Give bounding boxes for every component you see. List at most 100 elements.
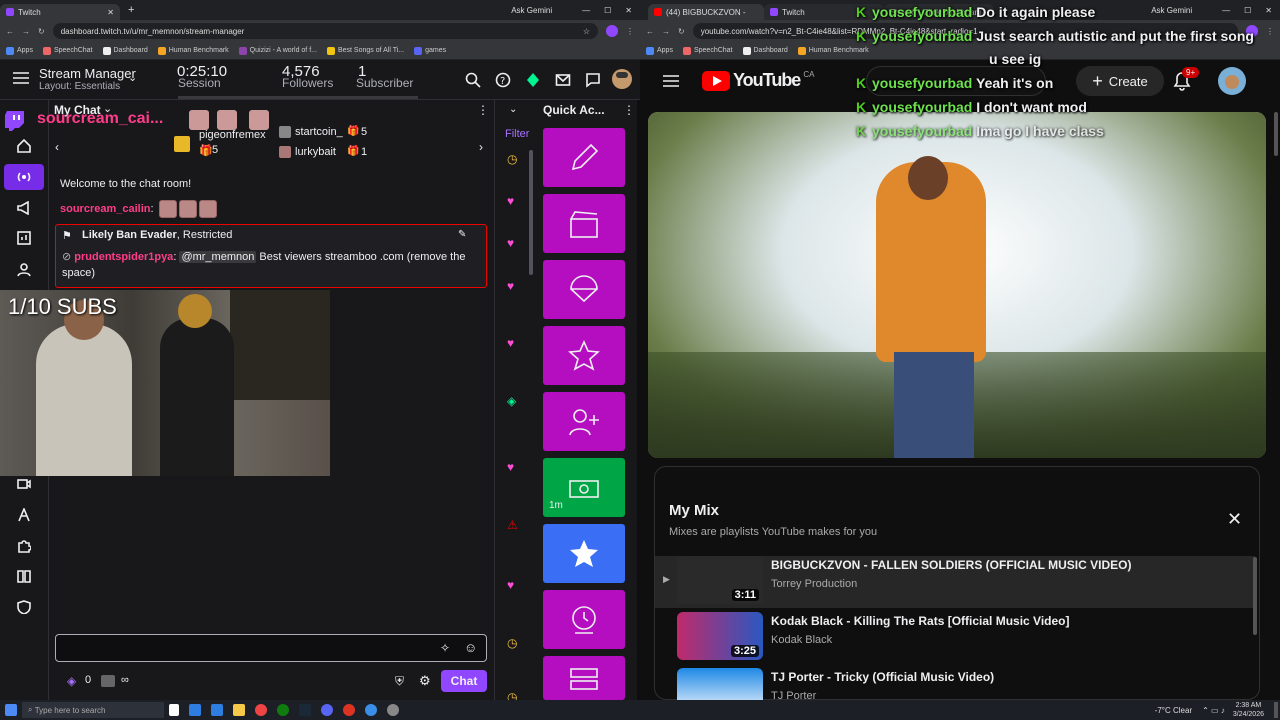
weather[interactable]: -7°C Clear — [1155, 706, 1192, 715]
help-icon[interactable]: ? — [495, 72, 511, 88]
video-player[interactable] — [648, 112, 1266, 458]
windows-start-icon[interactable] — [5, 704, 17, 716]
avatar[interactable] — [1218, 67, 1246, 95]
task-view-icon[interactable] — [169, 704, 179, 716]
community-icon[interactable] — [14, 260, 34, 280]
close-icon[interactable]: ✕ — [1227, 509, 1242, 530]
chat-username[interactable]: prudentspider1pya — [74, 251, 173, 263]
emote-picker-icon[interactable]: ☺ — [464, 640, 477, 655]
steam-icon[interactable] — [299, 704, 311, 716]
page-scrollbar[interactable] — [1274, 112, 1278, 156]
maximize-icon[interactable]: ☐ — [1244, 6, 1251, 15]
new-tab-icon[interactable]: + — [128, 4, 134, 16]
bookmark-item[interactable]: Apps — [646, 46, 673, 55]
search-icon[interactable] — [465, 72, 481, 88]
close-tab-icon[interactable]: ✕ — [107, 8, 114, 17]
gear-icon[interactable]: ⚙ — [419, 673, 431, 689]
megaphone-icon[interactable] — [14, 198, 34, 218]
taskbar-search[interactable]: ⌕ Type here to search — [22, 702, 164, 718]
highlight-button[interactable] — [543, 326, 625, 385]
youtube-logo[interactable]: YouTube CA — [702, 70, 814, 91]
chat-input[interactable]: ✧ ☺ — [55, 634, 487, 662]
more-options-icon[interactable]: ⋮ — [623, 103, 635, 117]
bookmark-item[interactable]: Quizizi - A world of f... — [238, 46, 317, 55]
close-window-icon[interactable]: ✕ — [625, 6, 632, 15]
safety-icon[interactable] — [14, 597, 34, 617]
layout-button[interactable] — [543, 656, 625, 700]
clip-button[interactable] — [543, 194, 625, 253]
discord-icon[interactable] — [321, 704, 333, 716]
bookmark-item[interactable]: Dashboard — [102, 46, 148, 55]
obs-icon[interactable] — [343, 704, 355, 716]
reload-icon[interactable]: ↻ — [38, 27, 45, 36]
tray-icons[interactable]: ⌃ ▭ ♪ — [1202, 706, 1225, 715]
library-icon[interactable] — [14, 566, 34, 586]
ask-gemini-button[interactable]: Ask Gemini — [1151, 6, 1192, 15]
minimize-icon[interactable]: — — [582, 6, 590, 15]
filter-button[interactable]: Filter — [505, 128, 529, 140]
bookmark-item[interactable]: SpeechChat — [682, 46, 733, 55]
extensions-icon[interactable] — [14, 536, 34, 556]
chrome-icon[interactable] — [255, 704, 267, 716]
tab-twitch[interactable]: Twitch ✕ — [0, 4, 120, 20]
url-field[interactable]: dashboard.twitch.tv/u/mr_memnon/stream-m… — [52, 23, 598, 39]
twitch-logo-icon[interactable] — [4, 110, 26, 132]
store-icon[interactable] — [211, 704, 223, 716]
bookmark-item[interactable]: Apps — [6, 46, 33, 55]
hamburger-icon[interactable] — [12, 70, 30, 86]
chrome-profile-icon[interactable] — [365, 704, 377, 716]
inbox-icon[interactable] — [555, 72, 571, 88]
reload-icon[interactable]: ↻ — [678, 27, 685, 36]
shield-icon[interactable]: ⛨ — [395, 674, 404, 689]
create-button[interactable]: + Create — [1076, 66, 1164, 96]
bookmark-item[interactable]: games — [414, 46, 446, 55]
xbox-icon[interactable] — [277, 704, 289, 716]
ad-break-button[interactable]: 1m — [543, 458, 625, 517]
star-icon[interactable]: ☆ — [583, 27, 590, 36]
menu-dots-icon[interactable]: ⋮ — [626, 27, 634, 36]
creator-camp-icon[interactable] — [14, 505, 34, 525]
home-icon[interactable] — [14, 136, 34, 156]
list-item[interactable]: 3:25 Kodak Black - Killing The Rats [Off… — [655, 612, 1255, 664]
content-icon[interactable] — [14, 474, 34, 494]
chevron-down-icon[interactable]: ⌄ — [509, 104, 517, 115]
menu-dots-icon[interactable]: ⋮ — [1266, 27, 1274, 36]
channel-points-icon[interactable]: ◈ — [67, 674, 76, 688]
avatar[interactable] — [612, 69, 632, 89]
show-desktop[interactable] — [1274, 702, 1278, 718]
bookmark-item[interactable]: Human Benchmark — [157, 46, 229, 55]
edit-stream-info-button[interactable] — [543, 128, 625, 187]
bits-cheer-icon[interactable]: ✧ — [440, 641, 450, 655]
pencil-icon[interactable]: ✎ — [458, 229, 466, 240]
app-icon[interactable] — [387, 704, 399, 716]
hamburger-icon[interactable] — [662, 73, 680, 89]
back-icon[interactable]: ← — [6, 27, 14, 36]
back-icon[interactable]: ← — [646, 27, 654, 36]
chevron-right-icon[interactable]: › — [479, 140, 483, 154]
whispers-icon[interactable] — [585, 72, 601, 88]
analytics-icon[interactable] — [14, 228, 34, 248]
chevron-left-icon[interactable]: ‹ — [55, 140, 59, 154]
drop-button[interactable] — [543, 260, 625, 319]
forward-icon[interactable]: → — [662, 27, 670, 36]
maximize-icon[interactable]: ☐ — [604, 6, 611, 15]
close-window-icon[interactable]: ✕ — [1265, 6, 1272, 15]
bits-icon[interactable] — [525, 72, 541, 88]
bookmark-item[interactable]: Dashboard — [742, 46, 788, 55]
chat-username[interactable]: sourcream_cailin — [60, 203, 151, 215]
list-item[interactable]: TJ Porter - Tricky (Official Music Video… — [655, 668, 1255, 700]
featured-button[interactable] — [543, 524, 625, 583]
ask-gemini-button[interactable]: Ask Gemini — [511, 6, 552, 15]
chevron-down-icon[interactable]: ⌄ — [128, 71, 137, 84]
tab-youtube[interactable]: (44) BIGBUCKZVON - FALL... — [648, 4, 764, 20]
chat-send-button[interactable]: Chat — [441, 670, 487, 692]
edge-icon[interactable] — [189, 704, 201, 716]
bookmark-item[interactable]: Human Benchmark — [797, 46, 869, 55]
explorer-icon[interactable] — [233, 704, 245, 716]
bookmark-item[interactable]: Best Songs of All Ti... — [326, 46, 404, 55]
mention[interactable]: @mr_memnon — [179, 251, 257, 263]
raid-button[interactable] — [543, 392, 625, 451]
scrollbar[interactable] — [529, 150, 533, 275]
clock[interactable]: 2:38 AM 3/24/2026 — [1233, 701, 1264, 719]
bookmark-item[interactable]: SpeechChat — [42, 46, 93, 55]
